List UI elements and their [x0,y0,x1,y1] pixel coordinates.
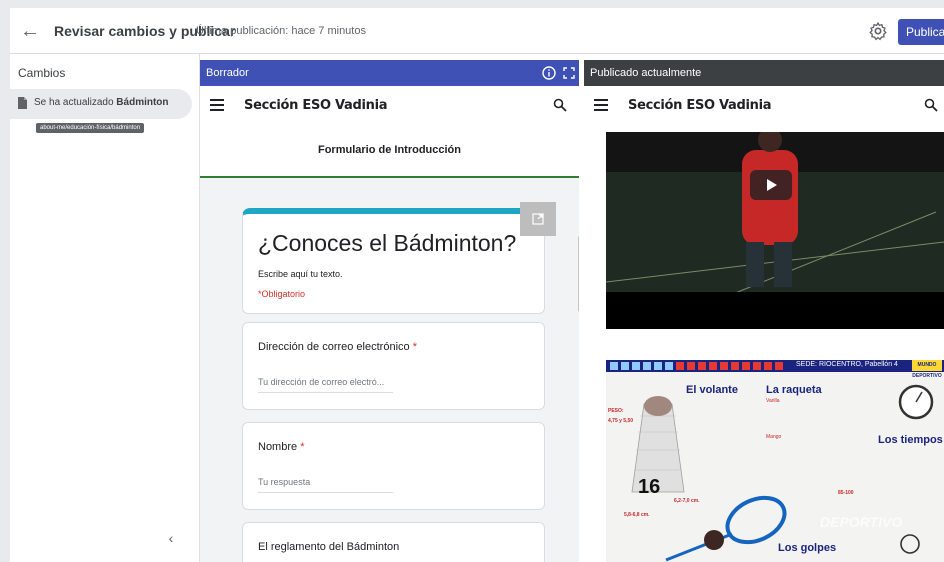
gear-icon[interactable] [868,21,888,41]
play-icon[interactable] [750,170,792,200]
changes-sidebar: Cambios Se ha actualizado Bádminton abou… [10,54,200,562]
top-bar: ← Revisar cambios y publicar Última publ… [10,8,944,54]
hamburger-menu-icon[interactable] [210,99,224,111]
sidebar-title: Cambios [18,66,66,80]
infographic-heading: El volante [686,384,738,396]
question-label: Dirección de correo electrónico * [258,341,417,353]
infographic-subheading: Varilla [766,398,780,404]
video-scene [606,132,944,329]
infographic-schedule-bar: SEDE: RIOCENTRO, Pabellón 4 MUNDO DEPORT… [606,360,944,379]
infographic-value: 5,8-6,8 cm. [624,512,650,518]
published-panel-header: Publicado actualmente [584,60,944,86]
required-star: * [412,341,417,353]
question-text: Nombre [258,441,298,453]
draft-panel-header: Borrador [200,60,579,86]
infographic-number: 16 [638,476,661,498]
quiz-description: Escribe aquí tu texto. [258,269,343,279]
open-external-icon[interactable] [520,202,556,236]
infographic-value: 6,2-7,0 cm. [674,498,700,504]
change-item-badminton[interactable]: Se ha actualizado Bádminton [10,89,192,119]
name-field[interactable]: Tu respuesta [258,475,393,493]
question-card-email: Dirección de correo electrónico * Tu dir… [242,322,545,410]
form-header-card: ¿Conoces el Bádminton? Escribe aquí tu t… [242,208,545,314]
published-preview: Sección ESO Vadinia SEDE: RIOCENTRO, Pab… [584,86,944,562]
app-window: ← Revisar cambios y publicar Última publ… [0,0,944,562]
info-icon[interactable] [542,66,556,80]
change-page-name: Bádminton [116,97,169,108]
site-navbar: Sección ESO Vadinia [584,86,944,126]
document-icon [18,97,27,109]
required-note: *Obligatorio [258,289,306,299]
hamburger-menu-icon[interactable] [594,99,608,111]
infographic-brand: MUNDO DEPORTIVO [912,360,942,379]
infographic-value: 85-100 [838,490,854,496]
infographic-venue: SEDE: RIOCENTRO, Pabellón 4 [796,361,898,368]
email-field[interactable]: Tu dirección de correo electró... [258,375,393,393]
form-title: Formulario de Introducción [317,144,461,156]
infographic-watermark: DEPORTIVO [820,514,903,530]
question-label: Nombre * [258,441,304,453]
fullscreen-icon[interactable] [562,66,576,80]
infographic-heading: Los golpes [778,542,837,554]
question-text: Dirección de correo electrónico [258,341,410,353]
change-item-label: Se ha actualizado Bádminton [34,97,169,108]
search-icon[interactable] [553,98,567,112]
video-player[interactable] [606,132,944,329]
infographic-subheading: Mango [766,434,782,440]
publish-button[interactable]: Publicar [898,19,944,45]
infographic-heading: La raqueta [766,384,822,396]
back-arrow-icon[interactable]: ← [16,17,44,45]
infographic-value: 4,75 y 5,50 [608,418,634,424]
page-path-tooltip: about-me/educación-física/bádminton [36,123,145,133]
quiz-title: ¿Conoces el Bádminton? [258,230,517,256]
form-title-section: Formulario de Introducción [200,126,579,178]
badminton-infographic: SEDE: RIOCENTRO, Pabellón 4 MUNDO DEPORT… [606,360,944,562]
question-card-name: Nombre * Tu respuesta [242,422,545,510]
question-text: El reglamento del Bádminton [258,541,400,553]
scrollbar[interactable] [578,236,579,312]
infographic-label: PESO: [608,408,624,414]
draft-preview: Sección ESO Vadinia Formulario de Introd… [200,86,579,562]
change-prefix: Se ha actualizado [34,97,114,108]
chevron-left-icon[interactable]: ‹ [163,530,179,546]
required-star: * [300,441,305,453]
site-navbar: Sección ESO Vadinia [200,86,579,126]
question-card-rules: El reglamento del Bádminton [242,522,545,562]
site-name: Sección ESO Vadinia [628,98,772,113]
last-published-status: Última publicación: hace 7 minutos [196,25,366,37]
infographic-heading: Los tiempos [878,434,943,446]
search-icon[interactable] [924,98,938,112]
draft-panel-title: Borrador [206,67,249,79]
published-panel-title: Publicado actualmente [590,67,702,79]
site-name: Sección ESO Vadinia [244,98,388,113]
question-label: El reglamento del Bádminton [258,541,399,553]
